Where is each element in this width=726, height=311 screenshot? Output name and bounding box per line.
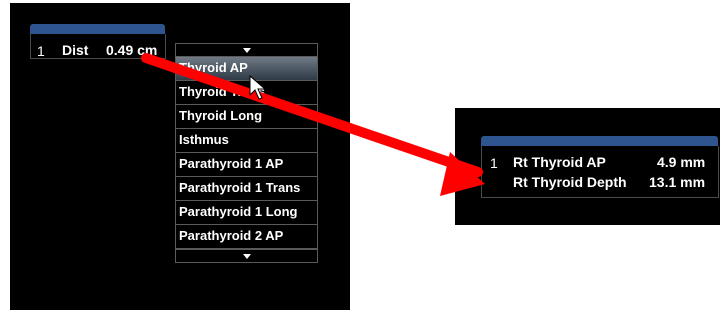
dropdown-scroll-up[interactable] [175, 43, 318, 57]
measurement-index: 1 [37, 43, 45, 59]
measurement-label: Rt Thyroid Depth [513, 174, 627, 190]
measurement-results-box: 1 Dist 0.49 cm [30, 34, 166, 59]
measurement-label-dropdown[interactable]: Thyroid AP Thyroid Trans Thyroid Long Is… [175, 43, 318, 263]
dropdown-item-thyroid-trans[interactable]: Thyroid Trans [175, 81, 318, 105]
measurement-index: 1 [490, 155, 498, 171]
measurement-results-box: 1 Rt Thyroid AP 4.9 mm Rt Thyroid Depth … [481, 146, 719, 198]
dropdown-item-parathyroid-1-ap[interactable]: Parathyroid 1 AP [175, 153, 318, 177]
measurement-label: Rt Thyroid AP [513, 154, 606, 170]
dropdown-item-parathyroid-1-trans[interactable]: Parathyroid 1 Trans [175, 177, 318, 201]
dropdown-caret-up-icon [242, 48, 251, 53]
measurement-value: 13.1 mm [649, 174, 706, 190]
dropdown-item-isthmus[interactable]: Isthmus [175, 129, 318, 153]
right-screen: 1 Rt Thyroid AP 4.9 mm Rt Thyroid Depth … [455, 108, 720, 225]
left-screen: 1 Dist 0.49 cm Thyroid AP Thyroid Trans … [10, 3, 350, 310]
measurement-value: 4.9 mm [657, 154, 706, 170]
dropdown-item-parathyroid-2-ap[interactable]: Parathyroid 2 AP [175, 225, 318, 249]
dropdown-caret-down-icon [242, 254, 251, 259]
measurement-label: Dist [62, 42, 89, 58]
dropdown-scroll-down[interactable] [175, 249, 318, 263]
measurement-value: 0.49 cm [106, 42, 158, 58]
dropdown-item-thyroid-long[interactable]: Thyroid Long [175, 105, 318, 129]
dropdown-item-thyroid-ap[interactable]: Thyroid AP [175, 57, 318, 81]
dropdown-item-parathyroid-1-long[interactable]: Parathyroid 1 Long [175, 201, 318, 225]
measurement-tab-bar [30, 24, 165, 34]
measurement-tab-bar [481, 136, 718, 146]
